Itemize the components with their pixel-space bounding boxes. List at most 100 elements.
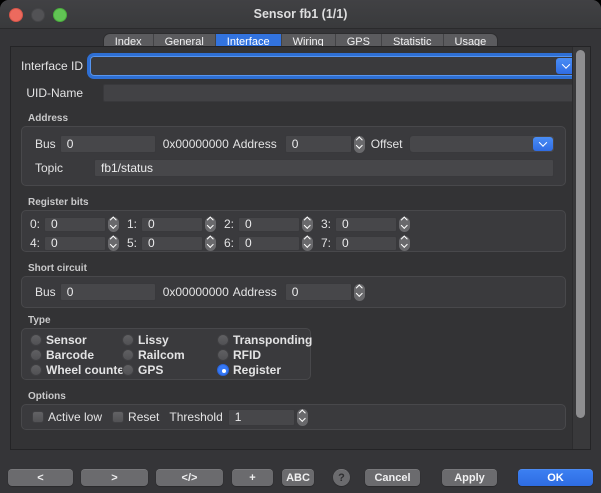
radio-icon[interactable] (30, 364, 42, 376)
topic-input[interactable] (94, 159, 554, 177)
ok-button[interactable]: OK (518, 469, 593, 486)
uid-name-input[interactable] (103, 84, 574, 102)
checkbox-label: Active low (48, 410, 102, 424)
register-bit-6-cell: 6: (224, 236, 321, 251)
type-radio-rfid[interactable]: RFID (217, 348, 312, 362)
radio-icon[interactable] (217, 349, 229, 361)
checkbox-reset[interactable]: Reset (112, 410, 159, 424)
register-bit-6-stepper[interactable] (302, 236, 313, 251)
register-bit-0-cell: 0: (30, 217, 127, 232)
address-group-label: Address (28, 113, 580, 124)
register-bit-2-stepper[interactable] (302, 217, 313, 232)
bus-label: Bus (35, 137, 56, 151)
sc-hex-address-text: 0x00000000 (163, 285, 226, 299)
code-button[interactable]: </> (156, 469, 223, 486)
close-button[interactable] (9, 8, 23, 22)
register-bit-0-input[interactable] (44, 217, 106, 232)
interface-id-select[interactable] (90, 56, 578, 76)
interface-id-label: Interface ID (21, 59, 83, 73)
register-bit-5-stepper[interactable] (205, 236, 216, 251)
register-bit-1-input[interactable] (141, 217, 203, 232)
type-radio-barcode[interactable]: Barcode (30, 348, 122, 362)
radio-icon[interactable] (122, 349, 134, 361)
type-radio-label: Barcode (46, 348, 94, 362)
register-bit-6-label: 6: (224, 236, 236, 250)
radio-icon[interactable] (30, 334, 42, 346)
type-radio-sensor[interactable]: Sensor (30, 333, 122, 347)
checkbox-active-low[interactable]: Active low (32, 410, 102, 424)
radio-icon[interactable] (122, 334, 134, 346)
register-bit-7-stepper[interactable] (399, 236, 410, 251)
register-bit-7-label: 7: (321, 236, 333, 250)
register-bit-1-cell: 1: (127, 217, 224, 232)
checkbox-icon[interactable] (112, 411, 124, 423)
offset-select[interactable] (409, 135, 555, 153)
sc-bus-input[interactable] (60, 283, 156, 301)
register-bit-3-input[interactable] (335, 217, 397, 232)
register-bit-7-cell: 7: (321, 236, 418, 251)
type-radio-transponding[interactable]: Transponding (217, 333, 312, 347)
register-bits-group: Register bits 0:1:2:3: 4:5:6:7: (21, 197, 580, 252)
bus-input[interactable] (60, 135, 156, 153)
abc-button[interactable]: ABC (282, 469, 314, 486)
register-bit-5-input[interactable] (141, 236, 203, 251)
radio-icon[interactable] (122, 364, 134, 376)
minimize-button[interactable] (31, 8, 45, 22)
threshold-label: Threshold (169, 410, 222, 424)
next-button[interactable]: > (81, 469, 148, 486)
register-bit-1-stepper[interactable] (205, 217, 216, 232)
short-circuit-group: Short circuit Bus 0x00000000 Address (21, 263, 580, 308)
register-bit-0-stepper[interactable] (108, 217, 119, 232)
scrollbar-thumb[interactable] (576, 50, 585, 418)
register-bit-6-input[interactable] (238, 236, 300, 251)
chevron-down-icon[interactable] (533, 137, 553, 151)
hex-address-text: 0x00000000 (163, 137, 226, 151)
checkbox-icon[interactable] (32, 411, 44, 423)
threshold-input[interactable] (228, 409, 295, 426)
add-button[interactable]: + (232, 469, 273, 486)
type-radio-lissy[interactable]: Lissy (122, 333, 217, 347)
register-bit-3-stepper[interactable] (399, 217, 410, 232)
topic-label: Topic (35, 161, 68, 175)
threshold-stepper[interactable] (297, 409, 308, 426)
zoom-button[interactable] (53, 8, 67, 22)
short-circuit-group-label: Short circuit (28, 263, 580, 274)
sc-bus-label: Bus (35, 285, 56, 299)
radio-icon[interactable] (217, 334, 229, 346)
register-bit-7-input[interactable] (335, 236, 397, 251)
type-radio-register[interactable]: Register (217, 363, 312, 377)
register-bit-3-label: 3: (321, 217, 333, 231)
type-radio-label: Register (233, 363, 281, 377)
address-input[interactable] (285, 135, 352, 153)
type-radio-wheel-counter[interactable]: Wheel counter (30, 363, 122, 377)
type-radio-label: Lissy (138, 333, 169, 347)
address-stepper[interactable] (354, 136, 365, 153)
register-bit-4-label: 4: (30, 236, 42, 250)
address-group: Address Bus 0x00000000 Address Offset (21, 113, 580, 186)
type-radio-gps[interactable]: GPS (122, 363, 217, 377)
help-button[interactable]: ? (333, 469, 350, 486)
type-radio-label: Sensor (46, 333, 87, 347)
vertical-scrollbar[interactable] (572, 47, 590, 449)
dialog-footer: < > </> + ABC? Cancel Apply OK (0, 450, 601, 493)
register-bit-4-stepper[interactable] (108, 236, 119, 251)
register-bit-4-input[interactable] (44, 236, 106, 251)
register-bit-2-input[interactable] (238, 217, 300, 232)
cancel-button[interactable]: Cancel (365, 469, 420, 486)
sc-address-label: Address (233, 285, 277, 299)
apply-button[interactable]: Apply (442, 469, 497, 486)
sc-address-stepper[interactable] (354, 284, 365, 301)
type-radio-railcom[interactable]: Railcom (122, 348, 217, 362)
uid-name-row: UID-Name (21, 84, 590, 102)
interface-id-row: Interface ID (21, 55, 590, 77)
prev-button[interactable]: < (8, 469, 73, 486)
radio-icon[interactable] (217, 364, 229, 376)
titlebar[interactable]: Sensor fb1 (1/1) (0, 0, 601, 29)
address-label: Address (233, 137, 277, 151)
type-radio-label: RFID (233, 348, 261, 362)
uid-name-label: UID-Name (21, 86, 83, 100)
options-group: Options Active lowReset Threshold (21, 391, 580, 430)
radio-icon[interactable] (30, 349, 42, 361)
sc-address-input[interactable] (285, 283, 352, 301)
register-bit-5-cell: 5: (127, 236, 224, 251)
